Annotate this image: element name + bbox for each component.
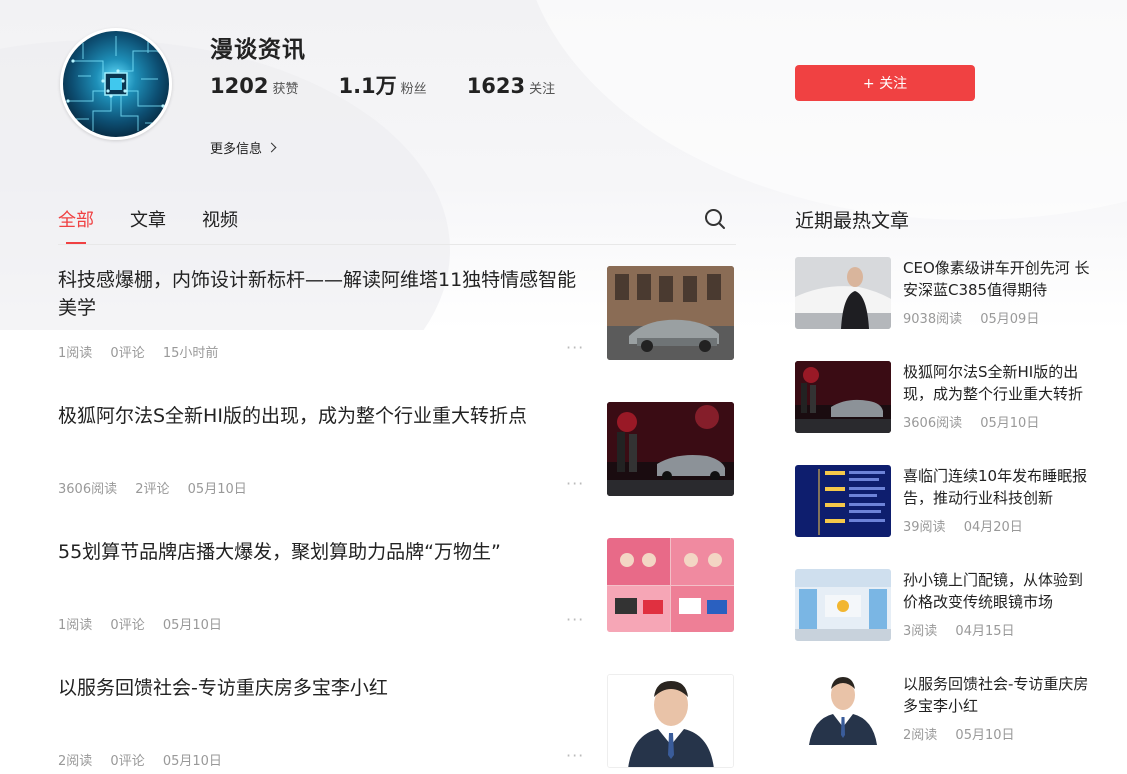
publish-time: 05月10日 bbox=[162, 754, 222, 769]
read-count: 1阅读 bbox=[58, 346, 93, 361]
read-count: 1阅读 bbox=[58, 618, 93, 633]
feed-item[interactable]: 极狐阿尔法S全新HI版的出现，成为整个行业重大转折点 3606阅读 2评论 05… bbox=[58, 402, 736, 502]
comment-count: 0评论 bbox=[110, 754, 145, 769]
read-count: 3606阅读 bbox=[58, 482, 118, 497]
sidebar-article[interactable]: 极狐阿尔法S全新HI版的出现，成为整个行业重大转折点 3606阅读 05月10日 bbox=[795, 361, 1105, 435]
profile-stats: 1202 获赞 1.1万 粉丝 1623 关注 bbox=[210, 70, 595, 100]
sidebar-article-meta: 3606阅读 05月10日 bbox=[903, 412, 1053, 431]
more-info-label: 更多信息 bbox=[210, 142, 263, 157]
publish-date: 05月10日 bbox=[980, 416, 1040, 431]
more-options-icon[interactable]: ··· bbox=[566, 338, 584, 357]
sidebar-article-title: 以服务回馈社会-专访重庆房多宝李小红 bbox=[903, 675, 1089, 715]
feed-thumbnail[interactable] bbox=[607, 538, 734, 632]
follow-button[interactable]: + 关注 bbox=[795, 65, 975, 101]
search-icon[interactable] bbox=[704, 208, 726, 230]
sidebar-article-title: 喜临门连续10年发布睡眠报告，推动行业科技创新 bbox=[903, 467, 1088, 507]
sidebar-article[interactable]: CEO像素级讲车开创先河 长安深蓝C385值得期待 9038阅读 05月09日 bbox=[795, 257, 1105, 331]
sidebar-article[interactable]: 喜临门连续10年发布睡眠报告，推动行业科技创新 39阅读 04月20日 bbox=[795, 465, 1105, 539]
feed-item[interactable]: 科技感爆棚，内饰设计新标杆——解读阿维塔11独特情感智能美学 1阅读 0评论 1… bbox=[58, 266, 736, 366]
sidebar-thumbnail bbox=[795, 465, 891, 537]
fans-label: 粉丝 bbox=[400, 82, 427, 97]
read-count: 2阅读 bbox=[903, 728, 938, 743]
sidebar-thumbnail bbox=[795, 673, 891, 745]
feed-item-title[interactable]: 以服务回馈社会-专访重庆房多宝李小红 bbox=[58, 674, 588, 702]
likes-stat: 1202 获赞 bbox=[210, 74, 298, 98]
account-name: 漫谈资讯 bbox=[210, 37, 306, 63]
feed-item[interactable]: 以服务回馈社会-专访重庆房多宝李小红 2阅读 0评论 05月10日 ··· bbox=[58, 674, 736, 774]
sidebar-article[interactable]: 孙小镜上门配镜，从体验到价格改变传统眼镜市场 3阅读 04月15日 bbox=[795, 569, 1105, 643]
sidebar-article-meta: 3阅读 04月15日 bbox=[903, 620, 1029, 639]
sidebar-article-title: 孙小镜上门配镜，从体验到价格改变传统眼镜市场 bbox=[903, 571, 1084, 611]
following-count: 1623 bbox=[466, 74, 526, 98]
tab-all[interactable]: 全部 bbox=[58, 206, 94, 244]
tab-videos[interactable]: 视频 bbox=[202, 206, 238, 232]
more-options-icon[interactable]: ··· bbox=[566, 746, 584, 765]
feed-item-title[interactable]: 极狐阿尔法S全新HI版的出现，成为整个行业重大转折点 bbox=[58, 402, 588, 430]
fans-count: 1.1万 bbox=[338, 74, 397, 98]
content-tabs: 全部 文章 视频 bbox=[58, 206, 736, 245]
sidebar-title: 近期最热文章 bbox=[795, 210, 910, 232]
sidebar-thumbnail bbox=[795, 569, 891, 641]
publish-time: 15小时前 bbox=[162, 346, 219, 361]
feed-item-meta: 3606阅读 2评论 05月10日 bbox=[58, 478, 261, 497]
more-options-icon[interactable]: ··· bbox=[566, 610, 584, 629]
sidebar-thumbnail bbox=[795, 257, 891, 329]
publish-time: 05月10日 bbox=[187, 482, 247, 497]
comment-count: 0评论 bbox=[110, 618, 145, 633]
likes-count: 1202 bbox=[210, 74, 269, 98]
feed-item[interactable]: 55划算节品牌店播大爆发，聚划算助力品牌“万物生” 1阅读 0评论 05月10日… bbox=[58, 538, 736, 638]
likes-label: 获赞 bbox=[272, 82, 299, 97]
feed-thumbnail[interactable] bbox=[607, 674, 734, 768]
avatar[interactable] bbox=[60, 28, 172, 140]
read-count: 39阅读 bbox=[903, 520, 946, 535]
feed-thumbnail[interactable] bbox=[607, 266, 734, 360]
sidebar-article-meta: 39阅读 04月20日 bbox=[903, 516, 1037, 535]
feed-item-meta: 1阅读 0评论 15小时前 bbox=[58, 342, 232, 361]
more-info-link[interactable]: 更多信息 bbox=[210, 138, 277, 157]
comment-count: 0评论 bbox=[110, 346, 145, 361]
feed-thumbnail[interactable] bbox=[607, 402, 734, 496]
feed-item-meta: 1阅读 0评论 05月10日 bbox=[58, 614, 236, 633]
more-options-icon[interactable]: ··· bbox=[566, 474, 584, 493]
sidebar-article-title: CEO像素级讲车开创先河 长安深蓝C385值得期待 bbox=[903, 259, 1090, 299]
sidebar-article[interactable]: 以服务回馈社会-专访重庆房多宝李小红 2阅读 05月10日 bbox=[795, 673, 1105, 747]
following-stat[interactable]: 1623 关注 bbox=[467, 74, 555, 98]
chevron-right-icon bbox=[266, 142, 277, 153]
feed-item-title[interactable]: 科技感爆棚，内饰设计新标杆——解读阿维塔11独特情感智能美学 bbox=[58, 266, 588, 322]
tab-articles[interactable]: 文章 bbox=[130, 206, 166, 232]
publish-date: 04月20日 bbox=[963, 520, 1023, 535]
publish-date: 05月09日 bbox=[980, 312, 1040, 327]
following-label: 关注 bbox=[529, 82, 556, 97]
read-count: 2阅读 bbox=[58, 754, 93, 769]
feed-item-meta: 2阅读 0评论 05月10日 bbox=[58, 750, 236, 769]
read-count: 3606阅读 bbox=[903, 416, 963, 431]
fans-stat[interactable]: 1.1万 粉丝 bbox=[338, 70, 426, 100]
sidebar-thumbnail bbox=[795, 361, 891, 433]
feed-item-title[interactable]: 55划算节品牌店播大爆发，聚划算助力品牌“万物生” bbox=[58, 538, 588, 566]
publish-date: 04月15日 bbox=[955, 624, 1015, 639]
publish-time: 05月10日 bbox=[162, 618, 222, 633]
read-count: 9038阅读 bbox=[903, 312, 963, 327]
sidebar-article-title: 极狐阿尔法S全新HI版的出现，成为整个行业重大转折点 bbox=[903, 363, 1084, 403]
comment-count: 2评论 bbox=[135, 482, 170, 497]
sidebar-article-meta: 2阅读 05月10日 bbox=[903, 724, 1029, 743]
publish-date: 05月10日 bbox=[955, 728, 1015, 743]
read-count: 3阅读 bbox=[903, 624, 938, 639]
sidebar-article-meta: 9038阅读 05月09日 bbox=[903, 308, 1053, 327]
